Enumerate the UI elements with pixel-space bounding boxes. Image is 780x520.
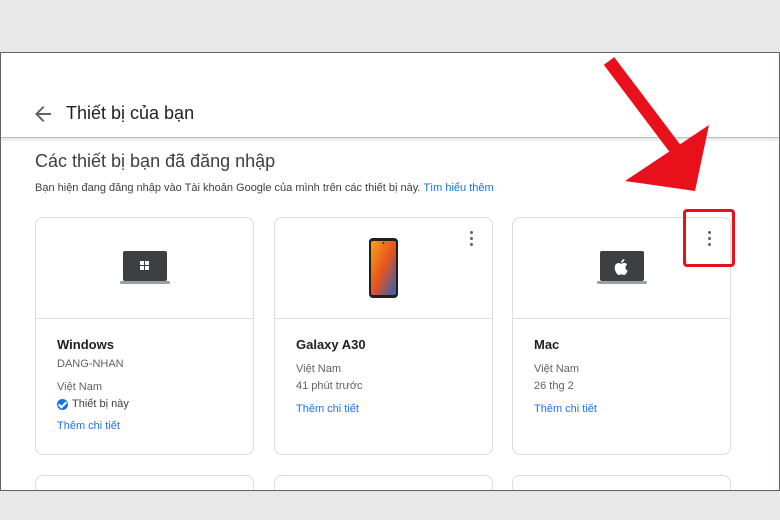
android-phone-icon <box>369 238 398 298</box>
more-details-link[interactable]: Thêm chi tiết <box>296 403 359 415</box>
windows-laptop-icon <box>120 251 170 284</box>
device-name: Windows <box>57 337 114 352</box>
device-name: Galaxy A30 <box>296 337 366 352</box>
section-title: Các thiết bị bạn đã đăng nhập <box>35 151 276 171</box>
check-circle-icon <box>57 398 68 410</box>
device-last-seen: 26 thg 2 <box>534 380 574 392</box>
section-description-text: Bạn hiện đang đăng nhập vào Tài khoản Go… <box>35 182 421 194</box>
more-details-link[interactable]: Thêm chi tiết <box>534 403 597 415</box>
device-card-partial[interactable] <box>35 475 254 490</box>
annotation-highlight-box <box>683 209 735 267</box>
device-image-area <box>275 218 492 319</box>
browser-content: Thiết bị của bạn Các thiết bị bạn đã đăn… <box>0 52 780 491</box>
current-device-label: Thiết bị này <box>72 398 129 410</box>
more-options-icon[interactable] <box>462 228 482 248</box>
device-last-seen: 41 phút trước <box>296 380 363 392</box>
device-card-partial[interactable] <box>512 475 731 490</box>
section-description: Bạn hiện đang đăng nhập vào Tài khoản Go… <box>35 182 494 194</box>
device-location: Việt Nam <box>296 363 342 375</box>
device-card-galaxy[interactable]: Galaxy A30 Việt Nam 41 phút trước Thêm c… <box>274 217 493 455</box>
device-location: Việt Nam <box>57 381 103 393</box>
more-details-link[interactable]: Thêm chi tiết <box>57 420 120 432</box>
annotation-arrow-icon <box>603 57 709 191</box>
device-card-partial[interactable] <box>274 475 493 490</box>
device-card-windows[interactable]: Windows DANG-NHAN Việt Nam Thiết bị này … <box>35 217 254 455</box>
device-host: DANG-NHAN <box>57 358 124 370</box>
device-name: Mac <box>534 337 560 352</box>
device-location: Việt Nam <box>534 363 580 375</box>
back-arrow-icon[interactable] <box>31 102 55 126</box>
learn-more-link[interactable]: Tìm hiểu thêm <box>423 182 493 194</box>
page-title: Thiết bị của bạn <box>66 103 195 123</box>
device-image-area <box>36 218 253 319</box>
current-device-status: Thiết bị này <box>57 398 129 410</box>
mac-laptop-icon <box>597 251 647 284</box>
